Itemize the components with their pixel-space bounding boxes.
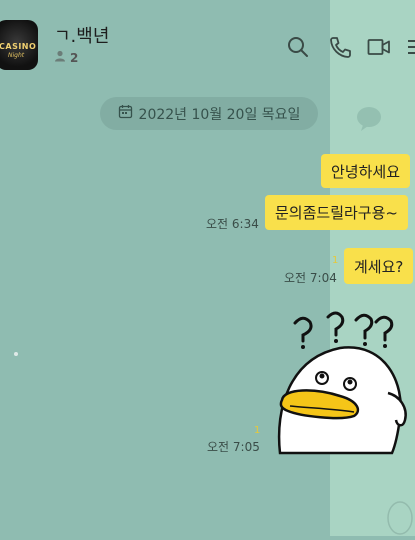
decorative-dot: [14, 352, 18, 356]
chat-room-title: ㄱ.백년: [54, 26, 110, 47]
member-count-value: 2: [70, 50, 79, 65]
background-avatar-fragment: [378, 496, 415, 536]
search-icon[interactable]: [286, 36, 310, 58]
unread-count: 1: [254, 425, 261, 436]
calendar-icon: [118, 104, 133, 123]
message-time: 오전 6:34: [206, 217, 259, 231]
avatar-logo-text: CASINO: [0, 42, 37, 51]
person-icon: [54, 50, 66, 65]
chat-header: CASINO Night ㄱ.백년 2: [0, 0, 415, 86]
confused-duck-sticker[interactable]: [270, 308, 415, 458]
message-text: 안녕하세요: [331, 162, 401, 181]
message-bubble[interactable]: 안녕하세요: [321, 154, 411, 188]
member-count[interactable]: 2: [54, 50, 78, 65]
message-text: 문의좀드릴라구용~: [275, 204, 398, 222]
avatar-logo-subtext: Night: [8, 52, 25, 59]
chat-bubble-icon: [355, 105, 383, 133]
unread-count: 1: [332, 255, 339, 266]
message-bubble[interactable]: 계세요?: [344, 248, 414, 284]
message-bubble[interactable]: 문의좀드릴라구용~: [265, 195, 408, 230]
date-divider: 2022년 10월 20일 목요일: [100, 97, 318, 130]
message-time: 오전 7:04: [284, 271, 337, 285]
video-call-icon[interactable]: [367, 36, 391, 58]
menu-icon[interactable]: [406, 36, 415, 58]
chat-room-avatar[interactable]: CASINO Night: [0, 20, 38, 70]
date-divider-label: 2022년 10월 20일 목요일: [138, 106, 301, 123]
message-text: 계세요?: [354, 257, 404, 276]
phone-icon[interactable]: [328, 36, 352, 58]
message-time: 오전 7:05: [207, 440, 260, 454]
